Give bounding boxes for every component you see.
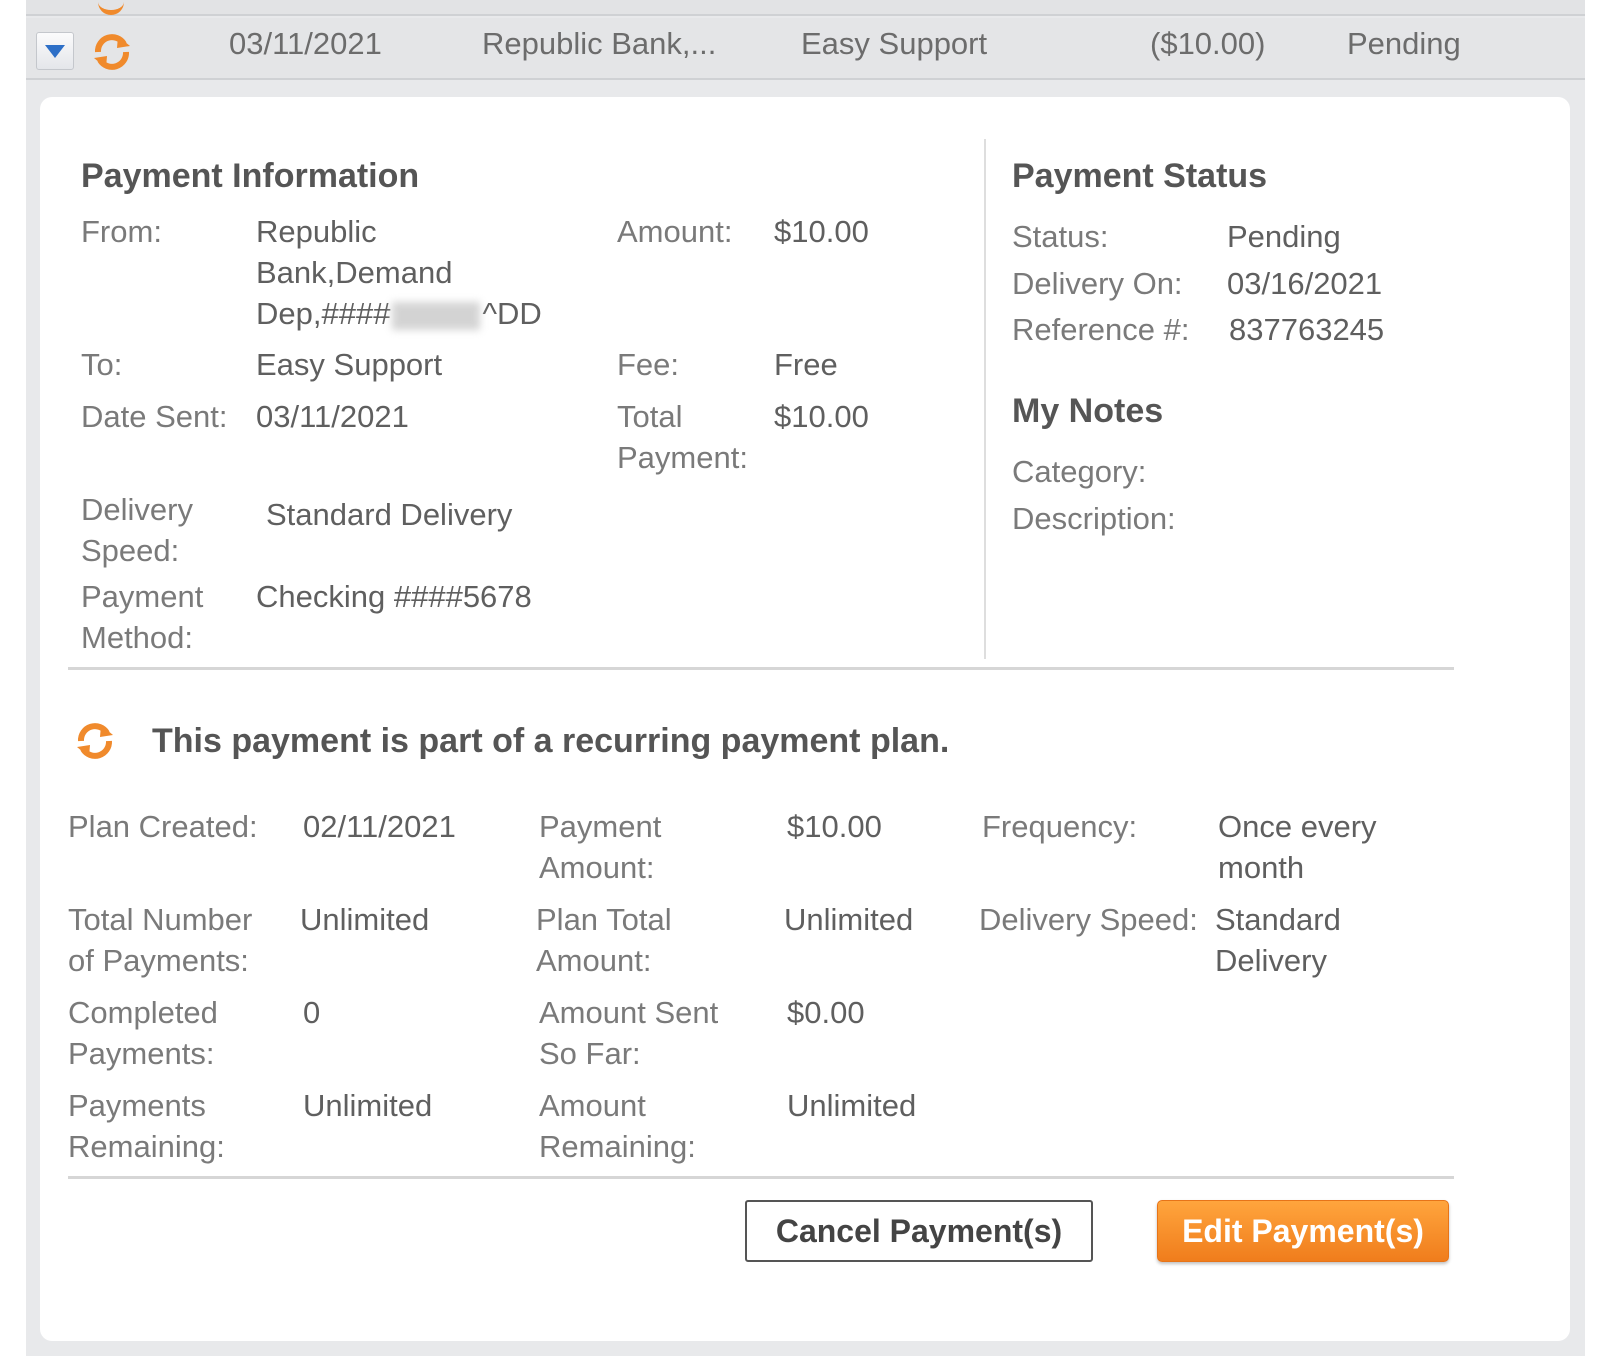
status-label: Status:: [1012, 219, 1109, 254]
category-label: Category:: [1012, 454, 1147, 489]
payment-status-heading: Payment Status: [1012, 157, 1268, 195]
plan-delivery-speed-label: Delivery Speed:: [979, 902, 1198, 937]
recurring-icon: [94, 34, 130, 70]
payment-amount-label: Payment Amount:: [539, 809, 662, 885]
edit-payment-button[interactable]: Edit Payment(s): [1157, 1200, 1449, 1262]
delivery-speed-value: Standard Delivery: [266, 497, 513, 532]
amount-label: Amount:: [617, 214, 733, 249]
amount-value: $10.00: [774, 214, 869, 249]
row-from: Republic Bank,...: [482, 26, 717, 61]
fee-label: Fee:: [617, 347, 680, 382]
completed-payments-label: Completed Payments:: [68, 995, 218, 1071]
recurring-icon: [98, 0, 124, 15]
my-notes-heading: My Notes: [1012, 392, 1164, 430]
total-payment-value: $10.00: [774, 399, 869, 434]
plan-total-value: Unlimited: [784, 902, 914, 937]
frequency-value: Once every month: [1218, 809, 1377, 885]
payment-row[interactable]: 03/11/2021 Republic Bank,... Easy Suppor…: [26, 18, 1585, 80]
payments-remaining-value: Unlimited: [303, 1088, 433, 1123]
status-value: Pending: [1227, 219, 1341, 254]
delivery-on-label: Delivery On:: [1012, 266, 1183, 301]
payments-remaining-label: Payments Remaining:: [68, 1088, 225, 1164]
payment-amount-value: $10.00: [787, 809, 882, 844]
cancel-payment-button[interactable]: Cancel Payment(s): [745, 1200, 1093, 1262]
amount-sent-value: $0.00: [787, 995, 865, 1030]
to-label: To:: [81, 347, 123, 382]
amount-sent-label: Amount Sent So Far:: [539, 995, 719, 1071]
plan-delivery-speed-value: Standard Delivery: [1215, 902, 1341, 978]
payment-method-label: Payment Method:: [81, 579, 204, 655]
vertical-divider: [984, 139, 986, 659]
plan-created-value: 02/11/2021: [303, 809, 456, 844]
collapse-button[interactable]: [36, 32, 74, 70]
payment-details-card: Payment Information From: Republic Bank,…: [40, 97, 1570, 1341]
plan-created-label: Plan Created:: [68, 809, 258, 844]
payment-method-value: Checking ####5678: [256, 579, 532, 614]
fee-value: Free: [774, 347, 838, 382]
row-amount: ($10.00): [1150, 26, 1266, 61]
recurring-plan-message: This payment is part of a recurring paym…: [152, 722, 950, 760]
amount-remaining-value: Unlimited: [787, 1088, 917, 1123]
to-value: Easy Support: [256, 347, 443, 382]
amount-remaining-label: Amount Remaining:: [539, 1088, 696, 1164]
row-payee: Easy Support: [801, 26, 988, 61]
plan-total-label: Plan Total Amount:: [536, 902, 672, 978]
payment-list-panel: 03/11/2021 Republic Bank,... Easy Suppor…: [26, 0, 1585, 1356]
total-number-value: Unlimited: [300, 902, 430, 937]
delivery-on-value: 03/16/2021: [1227, 266, 1383, 301]
frequency-label: Frequency:: [982, 809, 1138, 844]
section-divider: [68, 667, 1454, 670]
total-number-label: Total Number of Payments:: [68, 902, 253, 978]
reference-value: 837763245: [1229, 312, 1385, 347]
reference-label: Reference #:: [1012, 312, 1190, 347]
payment-information-heading: Payment Information: [81, 157, 420, 195]
redacted-account: [392, 301, 481, 330]
previous-row[interactable]: [26, 0, 1585, 16]
from-label: From:: [81, 214, 162, 249]
recurring-icon: [77, 723, 113, 759]
actions-divider: [68, 1176, 1454, 1179]
total-payment-label: Total Payment:: [617, 399, 748, 475]
completed-payments-value: 0: [303, 995, 321, 1030]
date-sent-label: Date Sent:: [81, 399, 228, 434]
description-label: Description:: [1012, 501, 1176, 536]
delivery-speed-label: Delivery Speed:: [81, 492, 193, 568]
row-date: 03/11/2021: [229, 26, 382, 61]
from-value: Republic Bank,Demand Dep,#### ^DD: [256, 214, 542, 331]
date-sent-value: 03/11/2021: [256, 399, 409, 434]
row-status: Pending: [1347, 26, 1461, 61]
chevron-down-icon: [45, 44, 65, 58]
